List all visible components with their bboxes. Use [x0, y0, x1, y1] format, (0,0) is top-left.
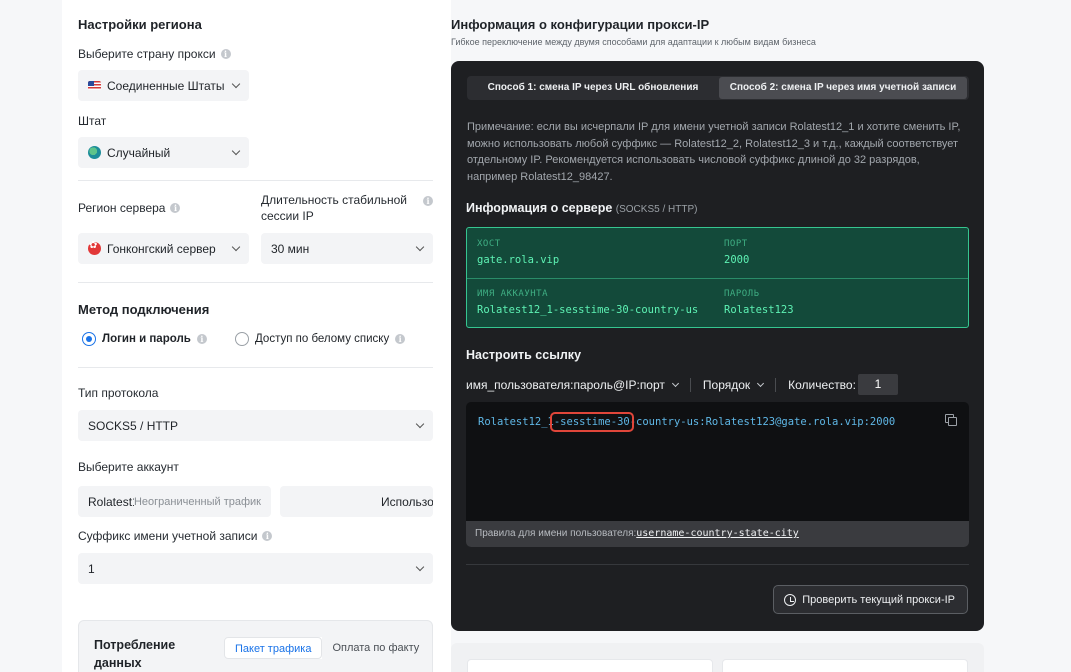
radio-unchecked-icon [235, 332, 249, 346]
info-title: Информация о конфигурации прокси-IP [451, 17, 710, 32]
quantity-input[interactable]: 1 [857, 374, 898, 395]
radio-login-password[interactable]: Логин и пароль i [82, 332, 207, 346]
port-key: ПОРТ [724, 239, 748, 249]
country-select[interactable]: Соединенные Штаты / [78, 70, 249, 101]
server-region-select[interactable]: Гонконгский сервер [78, 233, 249, 264]
server-region-label: Регион сервера i [78, 200, 181, 216]
server-row-account: ИМЯ АККАУНТА Rolatest12_1-sesstime-30-co… [467, 278, 968, 328]
order-dropdown[interactable]: Порядок [703, 378, 765, 392]
us-flag-icon [88, 81, 101, 90]
account-select[interactable]: Rolatest12 Неограниченный трафик [78, 486, 271, 517]
host-key: ХОСТ [477, 239, 501, 249]
link-output: Rolatest12_1-sesstime-30-country-us:Rola… [466, 402, 969, 547]
consumption-segment: Пакет трафика Оплата по факту [224, 637, 430, 659]
check-proxy-button[interactable]: Проверить текущий прокси-IP [773, 585, 968, 614]
session-label: Длительность стабильной сессии IP i [261, 192, 433, 224]
link-config-bar: имя_пользователя:пароль@IP:порт Порядок … [466, 374, 898, 395]
chevron-down-icon [231, 146, 241, 156]
timer-icon [784, 593, 797, 606]
info-icon[interactable]: i [423, 196, 433, 206]
tab-method-2[interactable]: Способ 2: смена IP через имя учетной зап… [719, 77, 967, 99]
password-value[interactable]: Rolatest123 [724, 304, 794, 316]
country-label: Выберите страну прокси i [78, 46, 231, 62]
divider [78, 180, 433, 181]
server-row-host: ХОСТ gate.rola.vip ПОРТ 2000 [467, 228, 968, 278]
server-info-box: ХОСТ gate.rola.vip ПОРТ 2000 ИМЯ АККАУНТ… [466, 227, 969, 328]
port-value[interactable]: 2000 [724, 254, 749, 266]
info-subtitle: Гибкое переключение между двумя способам… [451, 37, 816, 47]
hk-flag-icon [88, 240, 101, 255]
proxy-link[interactable]: Rolatest12_1-sesstime-30-country-us:Rola… [478, 412, 895, 432]
protocol-label: Тип протокола [78, 386, 159, 400]
chevron-down-icon [415, 562, 425, 572]
state-label: Штат [78, 114, 107, 128]
account-value[interactable]: Rolatest12_1-sesstime-30-country-us [477, 304, 698, 316]
info-icon[interactable]: i [220, 49, 231, 59]
protocol-select[interactable]: SOCKS5 / HTTP [78, 410, 433, 441]
chevron-down-icon [231, 79, 241, 89]
account-key: ИМЯ АККАУНТА [477, 289, 549, 299]
chevron-down-icon [231, 242, 241, 252]
server-title: Информация о сервере (SOCKS5 / HTTP) [466, 201, 698, 215]
suffix-select[interactable]: 1 [78, 553, 433, 584]
suffix-label: Суффикс имени учетной записи i [78, 528, 273, 544]
info-icon[interactable]: i [262, 531, 273, 541]
session-select[interactable]: 30 мин [261, 233, 433, 264]
quantity-field: Количество: 1 [788, 374, 898, 395]
password-key: ПАРОЛЬ [724, 289, 760, 299]
tab-method-1[interactable]: Способ 1: смена IP через URL обновления [467, 76, 719, 100]
connection-title: Метод подключения [78, 302, 210, 317]
config-panel: Способ 1: смена IP через URL обновления … [451, 61, 984, 631]
chevron-down-icon [415, 419, 425, 429]
lower-card [451, 643, 984, 672]
method-tabs: Способ 1: смена IP через URL обновления … [467, 76, 969, 100]
format-dropdown[interactable]: имя_пользователя:пароль@IP:порт [466, 378, 679, 392]
globe-icon [88, 146, 101, 159]
host-value[interactable]: gate.rola.vip [477, 254, 559, 266]
info-icon[interactable]: i [170, 203, 181, 213]
note-text: Примечание: если вы исчерпали IP для име… [467, 121, 961, 183]
link-title: Настроить ссылку [466, 348, 582, 362]
segment-package[interactable]: Пакет трафика [224, 637, 323, 659]
divider [466, 564, 969, 565]
highlight-sesstime: -sesstime-30 [549, 412, 634, 432]
copy-icon[interactable] [945, 414, 957, 426]
chevron-down-icon [671, 379, 679, 387]
segment-payg[interactable]: Оплата по факту [322, 637, 430, 659]
divider [78, 282, 433, 283]
divider [78, 367, 433, 368]
chevron-down-icon [757, 379, 765, 387]
region-title: Настройки региона [78, 17, 202, 32]
chevron-down-icon [415, 242, 425, 252]
radio-whitelist[interactable]: Доступ по белому списку i [235, 332, 406, 346]
account-usage: Использовано [280, 486, 433, 517]
info-icon[interactable]: i [196, 334, 207, 344]
radio-checked-icon [82, 332, 96, 346]
account-label: Выберите аккаунт [78, 460, 179, 474]
state-select[interactable]: Случайный [78, 137, 249, 168]
info-icon[interactable]: i [395, 334, 406, 344]
username-rules: Правила для имени пользователя:username-… [466, 521, 969, 547]
consumption-title: Потребление данных [94, 638, 176, 670]
account-traffic: Неограниченный трафик [133, 495, 261, 508]
